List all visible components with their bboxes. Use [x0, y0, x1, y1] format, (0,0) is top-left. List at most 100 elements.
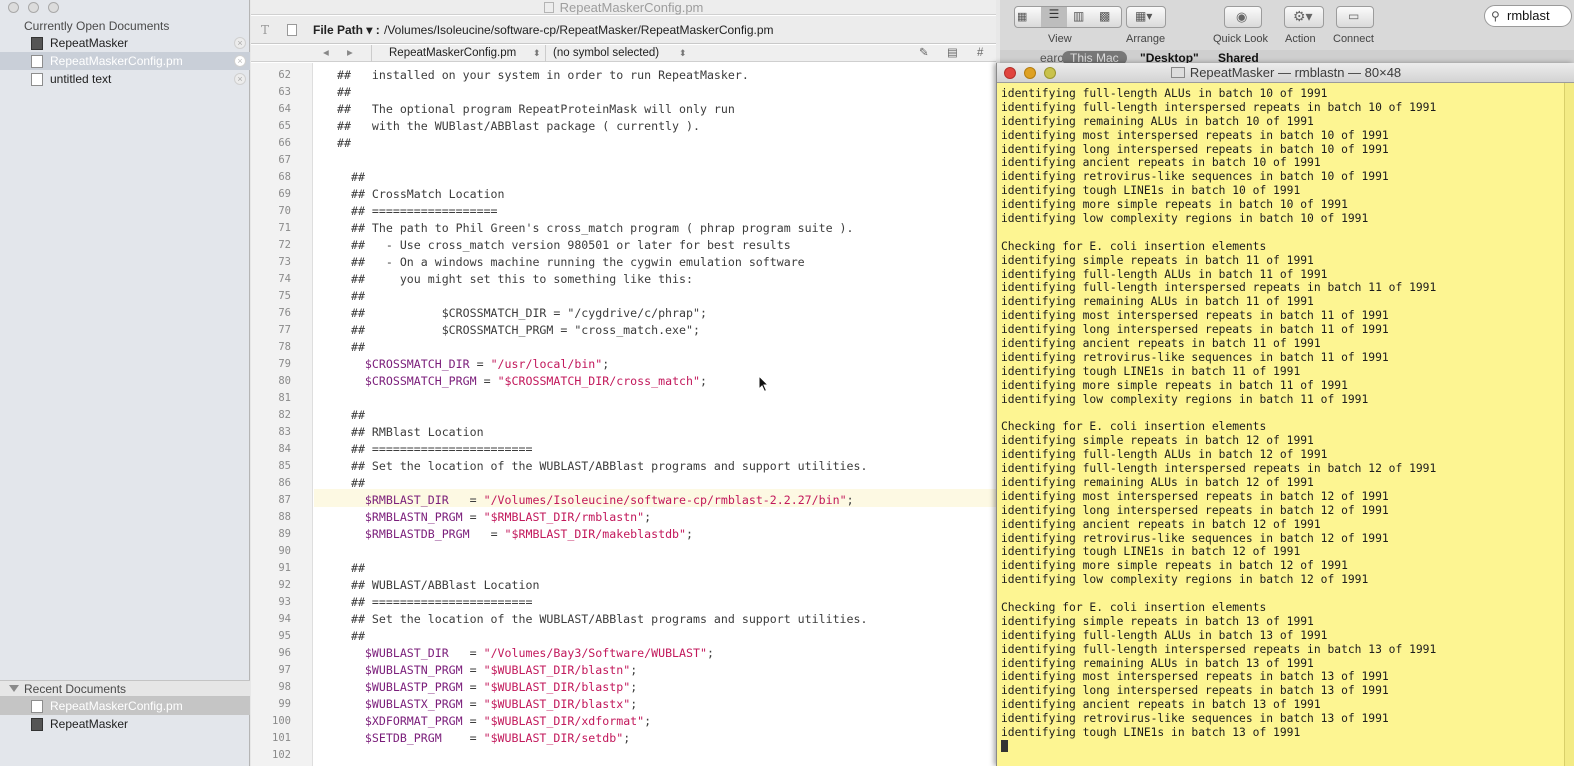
quick-look-button[interactable]: ◉: [1224, 6, 1262, 28]
code-line: $SETDB_PRGM = "$WUBLAST_DIR/setdb";: [337, 730, 630, 747]
code-text: =: [462, 510, 484, 524]
code-line: ## =======================: [337, 441, 533, 458]
back-arrow-icon[interactable]: ◂: [323, 45, 329, 62]
code-text: =: [462, 697, 484, 711]
close-window-button[interactable]: [1004, 67, 1016, 79]
document-icon[interactable]: [287, 24, 297, 36]
code-line: ## CrossMatch Location: [337, 186, 505, 203]
chevron-updown-icon[interactable]: ⬍: [679, 45, 687, 62]
text-cursor-icon: [1001, 739, 1008, 752]
coverflow-view-icon[interactable]: ▩: [1099, 9, 1110, 23]
zoom-window-button[interactable]: [1044, 67, 1056, 79]
code-line: $WUBLASTP_PRGM = "$WUBLAST_DIR/blastp";: [337, 679, 637, 696]
close-document-icon[interactable]: ×: [234, 55, 246, 67]
close-document-icon[interactable]: ×: [234, 37, 246, 49]
close-document-icon[interactable]: ×: [234, 73, 246, 85]
code-text: =: [441, 731, 484, 745]
action-button[interactable]: ⚙▾: [1284, 6, 1324, 28]
connect-label: Connect: [1333, 33, 1374, 45]
terminal-proxy-icon[interactable]: [1170, 67, 1185, 78]
terminal-line: identifying tough LINE1s in batch 13 of …: [1001, 725, 1301, 739]
terminal-window: RepeatMasker — rmblastn — 80×48 identify…: [996, 63, 1574, 766]
code-line: ##: [337, 407, 365, 424]
code-text: =: [462, 663, 484, 677]
file-path-value: /Volumes/Isoleucine/software-cp/RepeatMa…: [384, 23, 774, 37]
chevron-updown-icon[interactable]: ⬍: [533, 45, 541, 62]
connect-button[interactable]: ▭: [1336, 6, 1374, 28]
minimize-window-button[interactable]: [28, 2, 39, 13]
code-line: ##: [337, 135, 351, 152]
list-view-icon[interactable]: ☰: [1041, 7, 1067, 27]
terminal-title-bar: RepeatMasker — rmblastn — 80×48: [997, 63, 1574, 83]
document-proxy-icon[interactable]: [543, 2, 554, 13]
code-line: ##: [337, 169, 365, 186]
window-menu-icon[interactable]: ▤: [947, 45, 958, 62]
line-number: 79: [278, 358, 291, 370]
gear-icon: ⚙▾: [1293, 8, 1313, 24]
recent-doc-item[interactable]: RepeatMasker: [0, 715, 250, 733]
terminal-line: identifying full-length ALUs in batch 10…: [1001, 87, 1328, 100]
disclosure-triangle-icon[interactable]: [9, 685, 19, 692]
recent-documents-header[interactable]: Recent Documents: [0, 680, 250, 697]
terminal-scrollbar[interactable]: [1564, 83, 1574, 766]
code-text: ##: [337, 561, 365, 575]
code-line: $WUBLAST_DIR = "/Volumes/Bay3/Software/W…: [337, 645, 714, 662]
zoom-window-button[interactable]: [48, 2, 59, 13]
file-path-menu[interactable]: File Path ▾ :: [313, 16, 380, 44]
search-value: rmblast: [1507, 8, 1550, 23]
open-doc-item-selected[interactable]: RepeatMaskerConfig.pm ×: [0, 52, 250, 70]
icon-view-icon[interactable]: ▦: [1017, 10, 1027, 23]
file-popup-menu[interactable]: RepeatMaskerConfig.pm: [389, 45, 516, 62]
code-text: ## $CROSSMATCH_DIR = "/cygdrive/c/phrap"…: [337, 306, 707, 320]
code-text: ## =======================: [337, 595, 533, 609]
open-doc-item[interactable]: RepeatMasker ×: [0, 34, 250, 52]
code-line: ##: [337, 628, 365, 645]
column-view-icon[interactable]: ▥: [1073, 9, 1084, 23]
arrange-button[interactable]: ▦▾: [1126, 6, 1166, 28]
hash-menu-icon[interactable]: #: [977, 45, 983, 62]
terminal-line: identifying ancient repeats in batch 12 …: [1001, 517, 1321, 531]
line-number: 69: [278, 188, 291, 200]
forward-arrow-icon[interactable]: ▸: [347, 45, 353, 62]
close-window-button[interactable]: [8, 2, 19, 13]
code-string: "$WUBLAST_DIR/blastp": [483, 680, 631, 694]
code-line: ##: [337, 84, 351, 101]
code-line: $RMBLAST_DIR = "/Volumes/Isoleucine/soft…: [337, 492, 854, 509]
marker-icon[interactable]: ✎: [919, 45, 929, 62]
line-number: 78: [278, 341, 291, 353]
terminal-line: identifying long interspersed repeats in…: [1001, 323, 1389, 337]
terminal-output[interactable]: identifying full-length ALUs in batch 10…: [1001, 87, 1561, 766]
minimize-window-button[interactable]: [1024, 67, 1036, 79]
terminal-line: identifying more simple repeats in batch…: [1001, 559, 1348, 573]
symbol-popup-menu[interactable]: (no symbol selected): [553, 45, 659, 62]
terminal-line: identifying ancient repeats in batch 13 …: [1001, 698, 1321, 712]
code-line: ##: [337, 560, 365, 577]
code-variable: $CROSSMATCH_DIR: [337, 357, 470, 371]
line-number: 88: [278, 511, 291, 523]
code-text: ## Set the location of the WUBLAST/ABBla…: [337, 612, 868, 626]
finder-search-input[interactable]: ⚲ rmblast: [1484, 5, 1572, 27]
document-icon: [31, 37, 43, 50]
text-tool-icon[interactable]: T: [261, 16, 269, 44]
code-text: ## you might set this to something like …: [337, 272, 693, 286]
code-text: ;: [630, 697, 638, 711]
view-segmented-control[interactable]: ▦ ☰ ▥ ▩: [1014, 6, 1122, 28]
line-number: 102: [272, 749, 291, 761]
terminal-line: identifying low complexity regions in ba…: [1001, 573, 1369, 587]
file-path-bar: T File Path ▾ : /Volumes/Isoleucine/soft…: [251, 16, 996, 44]
code-text: ##: [337, 629, 365, 643]
terminal-line: identifying tough LINE1s in batch 11 of …: [1001, 364, 1301, 378]
recent-doc-item-selected[interactable]: RepeatMaskerConfig.pm: [0, 697, 250, 715]
open-doc-item[interactable]: untitled text ×: [0, 70, 250, 88]
code-text: ## Set the location of the WUBLAST/ABBla…: [337, 459, 868, 473]
line-number: 85: [278, 460, 291, 472]
quick-look-label: Quick Look: [1213, 33, 1269, 45]
search-icon: ⚲: [1491, 9, 1500, 23]
code-variable: $WUBLASTN_PRGM: [337, 663, 463, 677]
line-number: 70: [278, 205, 291, 217]
screen: Currently Open Documents RepeatMasker × …: [0, 0, 1574, 766]
terminal-line: identifying remaining ALUs in batch 11 o…: [1001, 295, 1314, 309]
code-text: ##: [337, 408, 365, 422]
